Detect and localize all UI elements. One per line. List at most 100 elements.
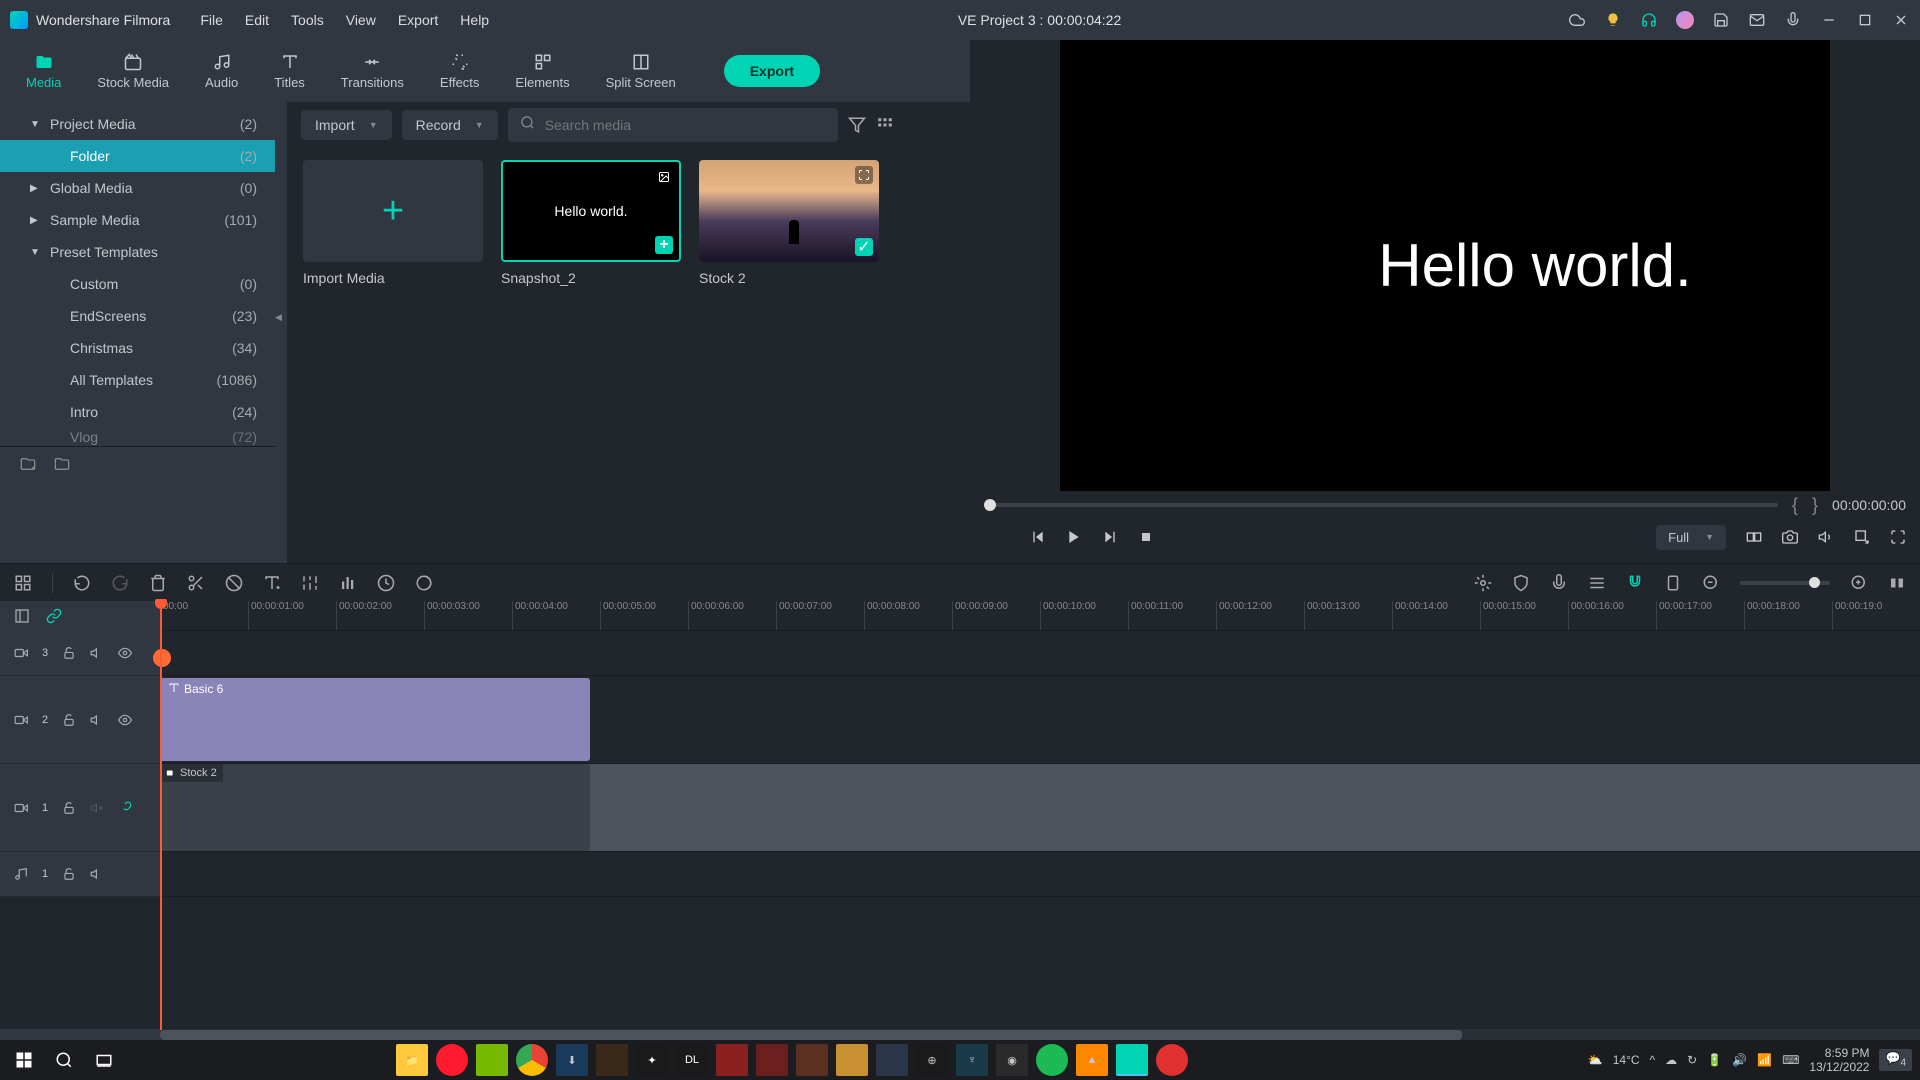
tab-elements[interactable]: Elements: [497, 47, 587, 96]
mute-icon[interactable]: [90, 713, 104, 727]
taskbar-app-16[interactable]: ◉: [996, 1044, 1028, 1076]
tree-christmas[interactable]: Christmas(34): [0, 332, 275, 364]
track-header-2[interactable]: 2: [0, 676, 160, 764]
clip-basic-6[interactable]: Basic 6: [160, 678, 590, 761]
taskbar-app-11[interactable]: [796, 1044, 828, 1076]
media-item-snapshot[interactable]: Hello world. + Snapshot_2: [501, 160, 681, 286]
export-button[interactable]: Export: [724, 55, 820, 87]
search-box[interactable]: [508, 108, 838, 142]
link-icon[interactable]: [46, 608, 62, 624]
delete-button[interactable]: [149, 574, 167, 592]
taskbar-app-10[interactable]: [756, 1044, 788, 1076]
tree-custom[interactable]: Custom(0): [0, 268, 275, 300]
equalizer-icon[interactable]: [339, 574, 357, 592]
tab-split-screen[interactable]: Split Screen: [588, 47, 694, 96]
task-view-button[interactable]: [88, 1044, 120, 1076]
mute-icon[interactable]: [90, 801, 104, 815]
mark-out-button[interactable]: }: [1812, 495, 1818, 516]
snapshot-button[interactable]: [1782, 529, 1798, 545]
headset-icon[interactable]: [1640, 11, 1658, 29]
save-icon[interactable]: [1712, 11, 1730, 29]
stop-button[interactable]: [1138, 529, 1154, 545]
menu-edit[interactable]: Edit: [245, 12, 269, 28]
tree-sample-media[interactable]: ▶Sample Media(101): [0, 204, 275, 236]
taskbar-app-filmora[interactable]: [1116, 1044, 1148, 1076]
track-body-2[interactable]: Basic 6: [160, 676, 1920, 764]
timeline-ruler[interactable]: 00:00 00:00:01:00 00:00:02:00 00:00:03:0…: [160, 601, 1920, 631]
record-dropdown[interactable]: Record▼: [402, 110, 498, 140]
mail-icon[interactable]: [1748, 11, 1766, 29]
track-body-3[interactable]: [160, 631, 1920, 676]
tab-stock-media[interactable]: Stock Media: [79, 47, 187, 96]
tree-vlog[interactable]: Vlog(72): [0, 428, 275, 446]
play-button[interactable]: [1066, 529, 1082, 545]
mute-icon[interactable]: [90, 646, 104, 660]
color-icon[interactable]: [415, 574, 433, 592]
checked-icon[interactable]: ✓: [855, 238, 873, 256]
menu-file[interactable]: File: [200, 12, 223, 28]
start-button[interactable]: [8, 1044, 40, 1076]
weather-temp[interactable]: 14°C: [1613, 1053, 1640, 1067]
notifications-button[interactable]: 💬4: [1879, 1049, 1912, 1070]
tray-wifi-icon[interactable]: 📶: [1757, 1053, 1772, 1067]
taskbar-app-8[interactable]: DL: [676, 1044, 708, 1076]
menu-export[interactable]: Export: [398, 12, 438, 28]
link-icon[interactable]: [118, 801, 132, 815]
render-icon[interactable]: [1474, 574, 1492, 592]
tray-battery-icon[interactable]: 🔋: [1707, 1053, 1722, 1067]
adjust-icon[interactable]: [301, 574, 319, 592]
new-folder-icon[interactable]: [54, 456, 70, 472]
undo-button[interactable]: [73, 574, 91, 592]
snap-icon[interactable]: [1626, 574, 1644, 592]
maximize-button[interactable]: [1856, 11, 1874, 29]
fullscreen-button[interactable]: [1890, 529, 1906, 545]
taskbar-app-chrome[interactable]: [516, 1044, 548, 1076]
taskbar-app-13[interactable]: [876, 1044, 908, 1076]
grid-view-icon[interactable]: [876, 116, 894, 134]
marker-icon[interactable]: [1664, 574, 1682, 592]
track-options-icon[interactable]: [14, 608, 30, 624]
zoom-in-button[interactable]: [1850, 574, 1868, 592]
voiceover-icon[interactable]: [1550, 574, 1568, 592]
lock-icon[interactable]: [62, 801, 76, 815]
taskbar-app-5[interactable]: ⬇: [556, 1044, 588, 1076]
taskbar-clock[interactable]: 8:59 PM 13/12/2022: [1809, 1046, 1869, 1075]
taskbar-app-vlc[interactable]: ▲: [1076, 1044, 1108, 1076]
tab-effects[interactable]: Effects: [422, 47, 498, 96]
mixer-icon[interactable]: [1588, 574, 1606, 592]
volume-icon[interactable]: [1818, 529, 1834, 545]
keyframe-marker[interactable]: [153, 649, 171, 667]
prev-frame-button[interactable]: [1030, 529, 1046, 545]
safe-zone-icon[interactable]: [1512, 574, 1530, 592]
tray-lang-icon[interactable]: ⌨: [1782, 1053, 1799, 1067]
tree-preset-templates[interactable]: ▼Preset Templates: [0, 236, 275, 268]
tree-folder[interactable]: Folder(2): [0, 140, 275, 172]
layout-icon[interactable]: [14, 574, 32, 592]
tab-media[interactable]: Media: [8, 47, 79, 96]
menu-help[interactable]: Help: [460, 12, 489, 28]
panel-collapse-handle[interactable]: ◀: [275, 102, 287, 563]
zoom-slider[interactable]: [1740, 581, 1830, 585]
weather-icon[interactable]: ⛅: [1588, 1053, 1603, 1067]
avatar-icon[interactable]: [1676, 11, 1694, 29]
preview-quality-select[interactable]: Full▼: [1656, 525, 1726, 550]
track-header-3[interactable]: 3: [0, 631, 160, 676]
minimize-button[interactable]: [1820, 11, 1838, 29]
next-frame-button[interactable]: [1102, 529, 1118, 545]
seek-handle[interactable]: [984, 499, 996, 511]
taskbar-app-opera[interactable]: [436, 1044, 468, 1076]
taskbar-app-9[interactable]: [716, 1044, 748, 1076]
expand-icon[interactable]: [855, 166, 873, 184]
lock-icon[interactable]: [62, 713, 76, 727]
menu-tools[interactable]: Tools: [291, 12, 324, 28]
zoom-fit-button[interactable]: [1888, 574, 1906, 592]
text-button[interactable]: [263, 574, 281, 592]
search-input[interactable]: [545, 117, 826, 133]
track-header-1[interactable]: 1: [0, 764, 160, 852]
playhead[interactable]: [160, 601, 162, 1030]
lock-icon[interactable]: [62, 867, 76, 881]
tray-update-icon[interactable]: ↻: [1687, 1053, 1697, 1067]
taskbar-app-14[interactable]: ⊕: [916, 1044, 948, 1076]
taskbar-app-15[interactable]: ♆: [956, 1044, 988, 1076]
tree-all-templates[interactable]: All Templates(1086): [0, 364, 275, 396]
